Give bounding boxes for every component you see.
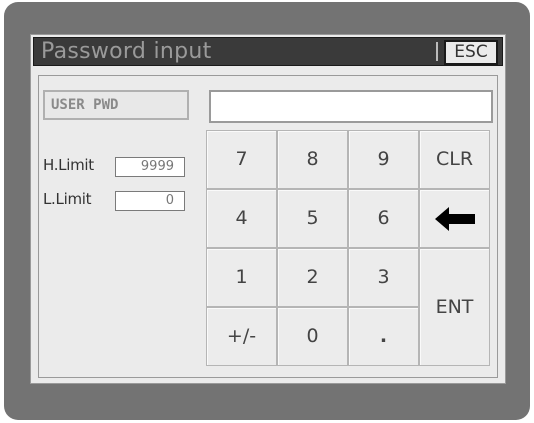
key-6[interactable]: 6 — [348, 189, 419, 248]
plus-minus-button[interactable]: +/- — [206, 307, 277, 366]
clear-button[interactable]: CLR — [419, 130, 490, 189]
h-limit-label: H.Limit — [43, 156, 94, 174]
key-8[interactable]: 8 — [277, 130, 348, 189]
l-limit-label: L.Limit — [43, 190, 92, 208]
key-7[interactable]: 7 — [206, 130, 277, 189]
key-2[interactable]: 2 — [277, 248, 348, 307]
enter-button[interactable]: ENT — [419, 248, 490, 366]
user-pwd-label: USER PWD — [43, 90, 189, 120]
key-9[interactable]: 9 — [348, 130, 419, 189]
backspace-button[interactable] — [419, 189, 490, 248]
decimal-point-button[interactable]: . — [348, 307, 419, 366]
h-limit-value: 9999 — [115, 157, 185, 177]
l-limit-value: 0 — [115, 191, 185, 211]
key-3[interactable]: 3 — [348, 248, 419, 307]
password-field[interactable] — [209, 90, 493, 123]
left-arrow-icon — [434, 207, 475, 231]
key-5[interactable]: 5 — [277, 189, 348, 248]
key-1[interactable]: 1 — [206, 248, 277, 307]
key-4[interactable]: 4 — [206, 189, 277, 248]
key-0[interactable]: 0 — [277, 307, 348, 366]
